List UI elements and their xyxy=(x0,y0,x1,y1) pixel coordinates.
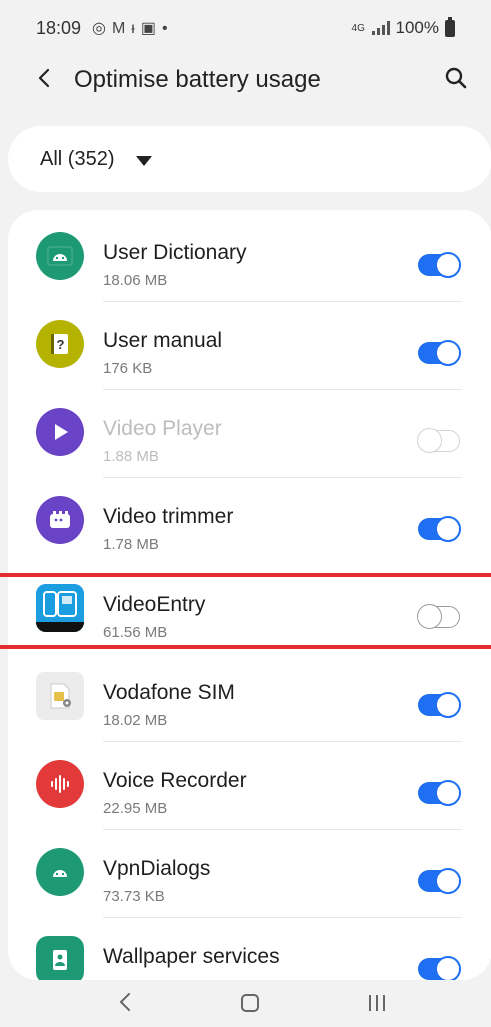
signal-icon xyxy=(371,21,390,35)
app-name: Wallpaper services xyxy=(103,945,280,968)
list-item[interactable]: Video trimmer 1.78 MB xyxy=(8,478,491,566)
app-name: Video Player xyxy=(103,417,222,440)
play-icon xyxy=(36,408,84,456)
image-icon: ▣ xyxy=(140,20,162,37)
filter-dropdown[interactable]: All (352) xyxy=(8,126,491,192)
videoentry-icon xyxy=(36,584,84,632)
toggle-switch[interactable] xyxy=(417,604,460,629)
app-size: 1.88 MB xyxy=(103,448,159,465)
list-item[interactable]: ? User manual 176 KB xyxy=(8,302,491,390)
page-title: Optimise battery usage xyxy=(74,66,321,93)
status-right: 4G 100% xyxy=(351,16,455,38)
battery-icon xyxy=(445,16,455,37)
recorder-icon xyxy=(36,760,84,808)
app-name: Video trimmer xyxy=(103,505,234,528)
back-arrow-icon[interactable] xyxy=(34,66,56,90)
app-size: 176 KB xyxy=(103,360,153,377)
toggle-switch[interactable] xyxy=(418,692,461,718)
toggle-switch[interactable] xyxy=(418,252,461,278)
toggle-switch[interactable] xyxy=(418,780,461,806)
sim-icon xyxy=(36,672,84,720)
app-name: Vodafone SIM xyxy=(103,681,235,704)
toggle-switch[interactable] xyxy=(418,956,461,980)
filter-label: All (352) xyxy=(40,148,115,170)
toggle-switch[interactable] xyxy=(418,868,461,894)
app-size: 1.78 MB xyxy=(103,536,159,553)
recents-icon[interactable] xyxy=(367,994,387,1012)
app-name: Voice Recorder xyxy=(103,769,247,792)
video-trimmer-icon xyxy=(36,496,84,544)
list-item[interactable]: Wallpaper services xyxy=(8,918,491,980)
android-icon xyxy=(36,232,84,280)
app-size: 61.56 MB xyxy=(103,624,168,641)
navigation-bar xyxy=(0,980,491,1027)
figure-icon: ᵻ xyxy=(131,20,141,37)
list-item[interactable]: VpnDialogs 73.73 KB xyxy=(8,830,491,918)
app-name: VpnDialogs xyxy=(103,857,211,880)
toggle-switch[interactable] xyxy=(418,340,461,366)
app-list: User Dictionary 18.06 MB ? User manual 1… xyxy=(8,210,491,980)
manual-icon: ? xyxy=(36,320,84,368)
toggle-switch[interactable] xyxy=(418,516,461,542)
dot-icon: • xyxy=(161,20,174,37)
app-name: User Dictionary xyxy=(103,241,247,264)
search-icon[interactable] xyxy=(444,66,468,90)
highlight-line-bottom xyxy=(0,645,491,649)
home-icon[interactable] xyxy=(241,994,259,1012)
back-icon[interactable] xyxy=(118,992,132,1012)
caret-down-icon xyxy=(136,156,152,166)
android-icon xyxy=(36,848,84,896)
app-size: 22.95 MB xyxy=(103,800,168,817)
battery-level: 100% xyxy=(395,18,439,37)
app-size: 18.06 MB xyxy=(103,272,168,289)
list-item[interactable]: VideoEntry 61.56 MB xyxy=(8,566,491,654)
app-name: VideoEntry xyxy=(103,593,206,616)
notification-icons: ◎Mᵻ▣• xyxy=(92,18,174,38)
wallpaper-icon xyxy=(36,936,84,980)
app-size: 73.73 KB xyxy=(103,888,165,905)
list-item[interactable]: Vodafone SIM 18.02 MB xyxy=(8,654,491,742)
app-bar: Optimise battery usage xyxy=(0,48,491,110)
list-item[interactable]: Voice Recorder 22.95 MB xyxy=(8,742,491,830)
gmail-icon: M xyxy=(111,20,132,37)
highlight-line-top xyxy=(0,573,491,577)
status-time: 18:09 xyxy=(36,18,82,38)
app-name: User manual xyxy=(103,329,223,352)
toggle-switch xyxy=(417,428,460,453)
sync-icon: ◎ xyxy=(92,20,112,37)
list-item[interactable]: User Dictionary 18.06 MB xyxy=(8,214,491,302)
list-item: Video Player 1.88 MB xyxy=(8,390,491,478)
network-type: 4G xyxy=(351,22,365,34)
app-size: 18.02 MB xyxy=(103,712,168,729)
svg-text:?: ? xyxy=(57,337,65,352)
